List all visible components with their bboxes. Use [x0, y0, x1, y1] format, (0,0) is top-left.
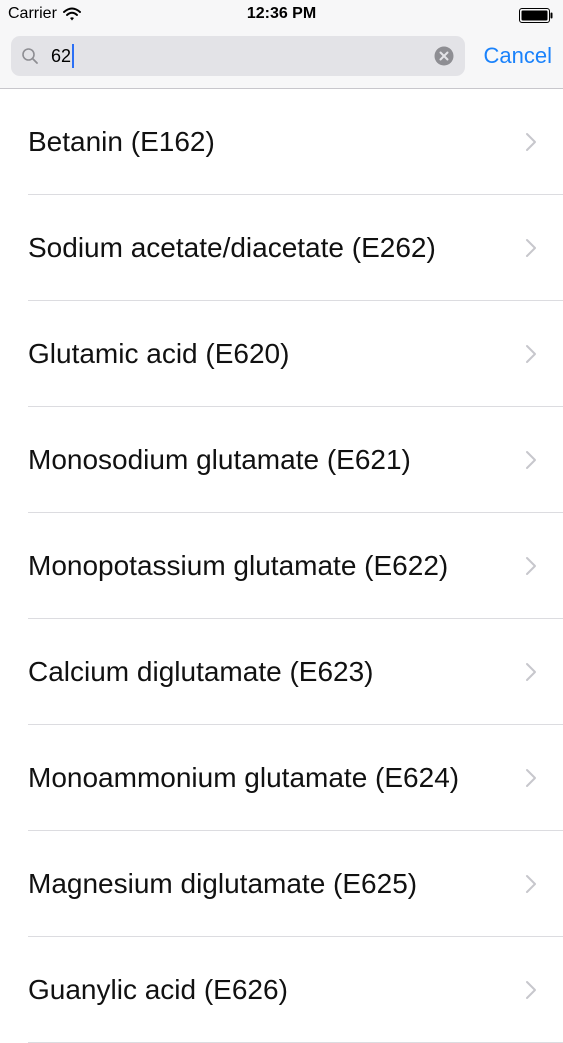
list-item[interactable]: Glutamic acid (E620) — [0, 301, 563, 407]
list-item[interactable]: Calcium diglutamate (E623) — [0, 619, 563, 725]
chevron-right-icon — [526, 451, 536, 469]
battery-icon — [519, 8, 553, 23]
list-item-label: Calcium diglutamate (E623) — [28, 656, 374, 687]
list-item[interactable]: Monopotassium glutamate (E622) — [0, 513, 563, 619]
list-item[interactable]: Sodium acetate/diacetate (E262) — [0, 195, 563, 301]
chevron-right-icon — [526, 239, 536, 257]
list-item[interactable]: Magnesium diglutamate (E625) — [0, 831, 563, 937]
list-item-label: Sodium acetate/diacetate (E262) — [28, 232, 436, 263]
search-input-value: 62 — [51, 46, 72, 66]
list-item[interactable]: Guanylic acid (E626) — [0, 937, 563, 1043]
chevron-right-icon — [526, 981, 536, 999]
list-item-label: Guanylic acid (E626) — [28, 974, 288, 1005]
cancel-button[interactable]: Cancel — [484, 36, 552, 76]
list-item-label: Glutamic acid (E620) — [28, 338, 290, 369]
chevron-right-icon — [526, 557, 536, 575]
search-icon — [22, 48, 38, 64]
chevron-right-icon — [526, 663, 536, 681]
clear-search-icon[interactable] — [434, 46, 454, 66]
list-item-label: Magnesium diglutamate (E625) — [28, 868, 418, 899]
chevron-right-icon — [526, 133, 536, 151]
list-item[interactable]: Monoammonium glutamate (E624) — [0, 725, 563, 831]
search-results-list: Betanin (E162) Sodium acetate/diacetate (… — [0, 89, 563, 1043]
navigation-header: Carrier 12:36 PM 62 Cancel — [0, 0, 563, 89]
list-item[interactable]: Monosodium glutamate (E621) — [0, 407, 563, 513]
search-input[interactable]: 62 — [51, 36, 75, 76]
list-item-label: Monoammonium glutamate (E624) — [28, 762, 460, 793]
chevron-right-icon — [526, 875, 536, 893]
search-bar: 62 Cancel — [0, 36, 563, 78]
list-item-label: Monosodium glutamate (E621) — [28, 444, 411, 475]
list-item-label: Monopotassium glutamate (E622) — [28, 550, 449, 581]
search-field[interactable]: 62 — [11, 36, 465, 76]
status-bar: Carrier 12:36 PM — [0, 0, 563, 30]
chevron-right-icon — [526, 345, 536, 363]
list-item-label: Betanin (E162) — [28, 126, 215, 157]
list-item[interactable]: Betanin (E162) — [0, 89, 563, 195]
status-time: 12:36 PM — [246, 5, 317, 22]
text-caret — [72, 44, 75, 68]
chevron-right-icon — [526, 769, 536, 787]
